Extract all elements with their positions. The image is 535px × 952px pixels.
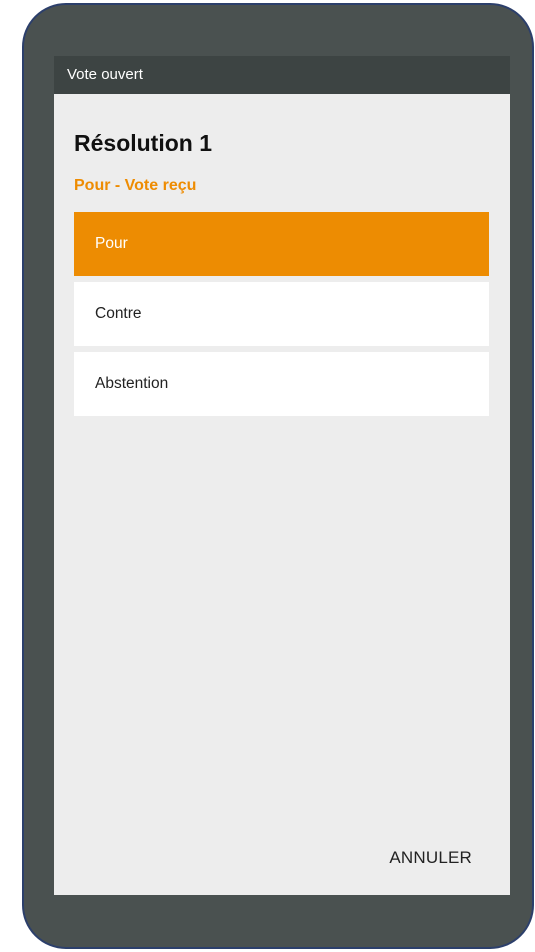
vote-status: Pour - Vote reçu	[74, 177, 197, 194]
app-bar-title: Vote ouvert	[67, 66, 143, 83]
vote-options-list: Pour Contre Abstention	[74, 212, 489, 422]
vote-option-abstention[interactable]: Abstention	[74, 352, 489, 416]
vote-option-label: Abstention	[95, 375, 169, 392]
cancel-button[interactable]: ANNULER	[389, 848, 472, 868]
vote-option-contre[interactable]: Contre	[74, 282, 489, 346]
vote-screen: Vote ouvert Résolution 1 Pour - Vote reç…	[54, 56, 510, 895]
resolution-title: Résolution 1	[74, 130, 213, 156]
vote-option-label: Contre	[95, 305, 142, 322]
vote-option-label: Pour	[95, 235, 128, 252]
app-bar: Vote ouvert	[54, 56, 510, 94]
vote-option-pour[interactable]: Pour	[74, 212, 489, 276]
